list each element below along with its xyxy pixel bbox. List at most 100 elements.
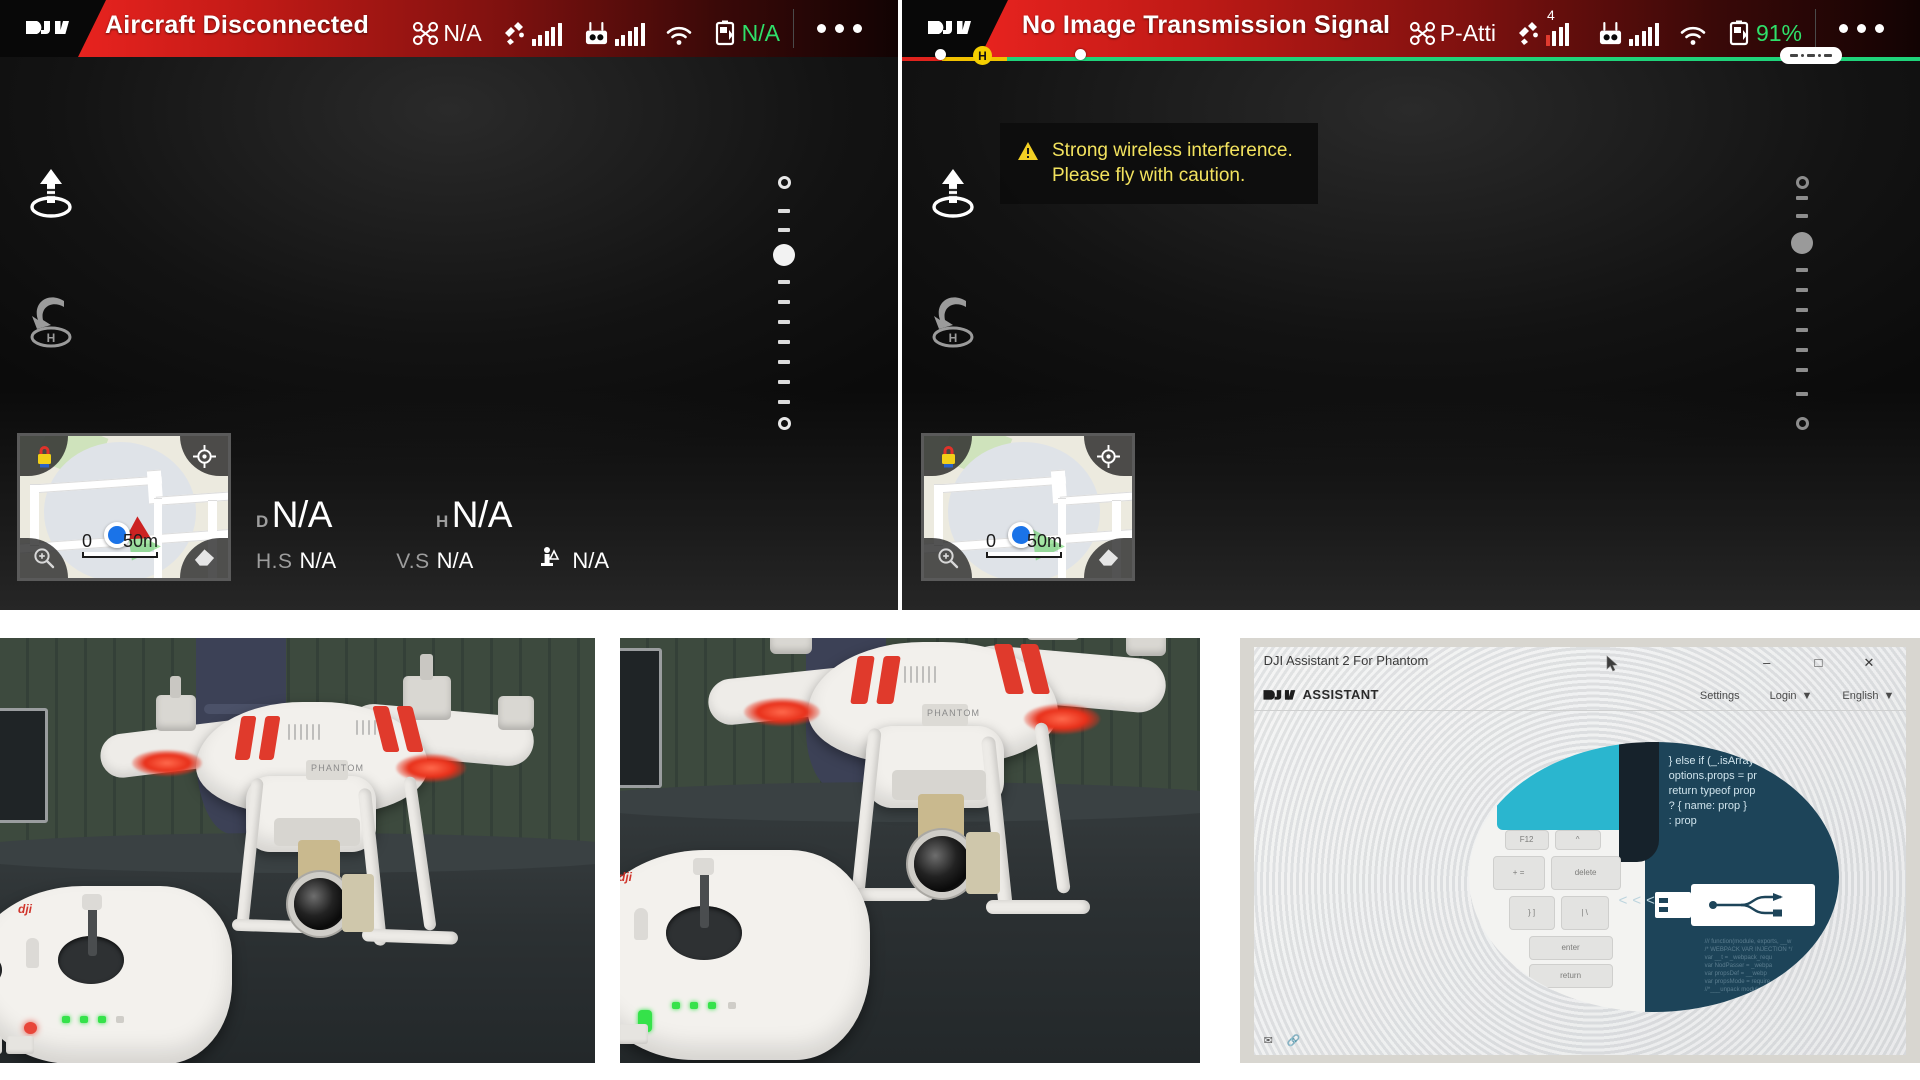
takeoff-button[interactable] xyxy=(24,165,78,221)
more-options-icon[interactable] xyxy=(804,0,874,57)
hspeed-value: N/A xyxy=(299,548,337,573)
drone-leg-rear-right xyxy=(403,775,437,932)
slider-top-endpoint xyxy=(1795,176,1809,189)
svg-text:H: H xyxy=(47,331,56,345)
settings-menu-item[interactable]: Settings xyxy=(1700,690,1740,702)
vspeed-key: V.S xyxy=(396,550,430,573)
warning-triangle-icon xyxy=(1017,141,1039,166)
drone-leg-rear-right xyxy=(1034,721,1071,895)
battery-cells-indicator xyxy=(1780,47,1842,64)
battery-indicator[interactable]: N/A xyxy=(713,12,780,46)
battery-icon xyxy=(1729,20,1749,45)
side-action-buttons-right: H xyxy=(926,165,980,421)
illustration-faint-code: /// function(module, exports, __w /* WEB… xyxy=(1704,938,1793,993)
battery-indicator[interactable]: 91% xyxy=(1727,12,1802,46)
key: } ] xyxy=(1508,895,1555,930)
home-return-battery-marker: H xyxy=(973,46,992,65)
close-button[interactable]: ✕ xyxy=(1863,655,1874,671)
wifi-indicator[interactable] xyxy=(1679,12,1707,46)
slider-handle[interactable] xyxy=(1791,232,1813,254)
slider-bottom-endpoint xyxy=(1795,417,1809,430)
code-line: } else if (_.isArray xyxy=(1668,754,1755,767)
login-menu-item[interactable]: Login ▼ xyxy=(1770,690,1813,702)
drone-motor-rear-right xyxy=(498,696,534,730)
assistant-brand: ASSISTANT xyxy=(1262,687,1379,702)
connect-usb-illustration: F12 ^ + = delete } ] | \ enter return } … xyxy=(1468,741,1839,1012)
slider-bottom-endpoint xyxy=(777,417,791,430)
status-icon-group-right: P-Atti 4 91% xyxy=(1409,0,1802,57)
drone-shaft-right xyxy=(420,654,433,680)
flow-chevrons: <<< xyxy=(1618,891,1660,909)
mini-map-right[interactable]: 0 50m xyxy=(921,433,1135,581)
flight-mode-indicator[interactable]: P-Atti xyxy=(1409,12,1496,46)
hspeed-key: H.S xyxy=(256,550,293,573)
drone-gimbal-side xyxy=(342,874,374,932)
minimize-button[interactable]: – xyxy=(1763,655,1770,670)
slider-tick xyxy=(778,209,790,213)
key: ^ xyxy=(1554,829,1601,850)
remote-button[interactable] xyxy=(6,1036,34,1054)
warning-line-2: Please fly with caution. xyxy=(1052,165,1246,186)
remote-controller-signal-indicator[interactable] xyxy=(1596,12,1659,46)
mail-icon[interactable]: ✉ xyxy=(1264,1034,1273,1047)
drone-shaft-left xyxy=(170,676,181,698)
warning-toast: Strong wireless interference. Please fly… xyxy=(1000,123,1318,204)
drone-model-label: PHANTOM xyxy=(927,708,981,718)
connection-status-title: Aircraft Disconnected xyxy=(105,11,369,39)
telemetry-readouts-left: D N/A H N/A H.S N/A V.S N/A N/A xyxy=(256,494,609,574)
battery-threshold-dot xyxy=(935,48,946,60)
vps-person-icon xyxy=(539,546,561,573)
battery-led-off xyxy=(116,1016,124,1023)
battery-percent-label: N/A xyxy=(741,19,780,46)
slider-tick xyxy=(1796,268,1808,272)
map-scale-max: 50m xyxy=(1026,531,1062,551)
gps-strength-bars xyxy=(531,22,562,46)
remote-controller-signal-indicator[interactable] xyxy=(582,12,645,46)
wifi-indicator[interactable] xyxy=(665,12,693,46)
height-readout: H N/A xyxy=(436,494,512,536)
battery-led xyxy=(708,1002,716,1009)
usb-symbol xyxy=(1707,892,1791,922)
drone-vent xyxy=(288,724,324,740)
remote-controller-icon xyxy=(585,21,607,44)
side-action-buttons-left: H xyxy=(24,165,78,421)
flight-mode-indicator[interactable]: N/A xyxy=(412,12,482,46)
status-bar-left: Aircraft Disconnected N/A N/A xyxy=(0,0,898,57)
gps-signal-indicator[interactable]: 4 xyxy=(1516,8,1576,46)
power-button-led[interactable] xyxy=(24,1022,37,1034)
antenna-stub xyxy=(634,908,648,940)
zoom-in-icon xyxy=(938,548,959,569)
phantom-drone-and-remote-photo: PHANTOM dji xyxy=(0,638,595,1063)
drone-camera-lens xyxy=(914,836,970,892)
slider-handle[interactable] xyxy=(773,244,795,266)
laptop-bezel: DJI Assistant 2 For Phantom – □ ✕ ASSIST… xyxy=(1240,638,1920,1063)
recenter-target-icon xyxy=(1096,444,1120,468)
gps-signal-indicator[interactable] xyxy=(502,12,562,46)
mini-map-left[interactable]: 0 50m xyxy=(17,433,231,581)
control-stick xyxy=(700,868,709,928)
takeoff-button[interactable] xyxy=(926,165,980,221)
language-menu-item[interactable]: English ▼ xyxy=(1842,690,1894,702)
dji-assistant-laptop-photo: DJI Assistant 2 For Phantom – □ ✕ ASSIST… xyxy=(1240,638,1920,1063)
dji-logo-on-remote: dji xyxy=(18,902,32,916)
outdoor-scene: PHANTOM dji xyxy=(0,638,595,1063)
return-to-home-button[interactable]: H xyxy=(24,293,78,349)
map-scale-min: 0 xyxy=(82,531,93,551)
remote-button[interactable] xyxy=(0,1036,2,1054)
maximize-button[interactable]: □ xyxy=(1815,655,1823,670)
battery-bar-track xyxy=(902,57,1920,61)
return-to-home-button[interactable]: H xyxy=(926,293,980,349)
gimbal-pitch-slider-right[interactable] xyxy=(1789,176,1815,430)
gimbal-pitch-slider-left[interactable] xyxy=(771,176,797,430)
slider-top-endpoint xyxy=(777,176,791,189)
stick-knob xyxy=(693,858,714,875)
slider-tick xyxy=(778,300,790,304)
battery-percent-label: 91% xyxy=(1755,19,1802,46)
remote-button[interactable] xyxy=(620,1024,648,1044)
key: return xyxy=(1528,963,1613,988)
map-scale-bar: 0 50m xyxy=(82,531,158,558)
link-icon[interactable]: 🔗 xyxy=(1287,1034,1301,1047)
slider-tick xyxy=(1796,368,1808,372)
battery-level-bar[interactable]: H xyxy=(902,46,1920,67)
drone-foot-left xyxy=(231,918,311,934)
